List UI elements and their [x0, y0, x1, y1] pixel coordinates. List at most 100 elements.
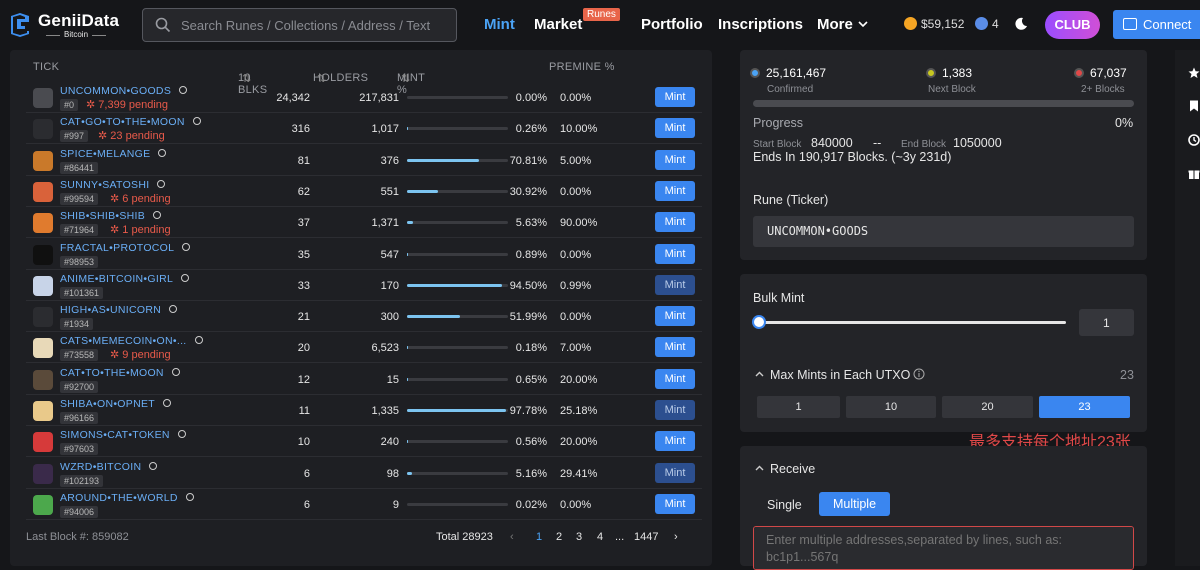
- mint-button[interactable]: Mint: [655, 244, 695, 264]
- rune-tick-link[interactable]: CAT•GO•TO•THE•MOON: [60, 116, 201, 128]
- search-icon[interactable]: [158, 149, 166, 157]
- mint-button[interactable]: Mint: [655, 87, 695, 107]
- rune-tick-link[interactable]: WZRD•BITCOIN: [60, 461, 157, 473]
- table-row[interactable]: ANIME•BITCOIN•GIRL#1013613317094.50%0.99…: [26, 270, 702, 301]
- mint-button[interactable]: Mint: [655, 118, 695, 138]
- rune-tick-link[interactable]: CAT•TO•THE•MOON: [60, 367, 180, 379]
- receive-multiple-tab[interactable]: Multiple: [819, 492, 890, 516]
- mint-button[interactable]: Mint: [655, 150, 695, 170]
- search-icon[interactable]: [172, 368, 180, 376]
- receive-addresses-input[interactable]: [753, 526, 1134, 570]
- rune-tick-link[interactable]: UNCOMMON•GOODS: [60, 85, 187, 97]
- table-row[interactable]: CAT•TO•THE•MOON#9270012150.65%20.00%Mint: [26, 364, 702, 395]
- search-icon[interactable]: [195, 336, 203, 344]
- max-mints-option-1[interactable]: 1: [757, 396, 840, 418]
- info-icon[interactable]: [913, 368, 925, 380]
- search-icon[interactable]: [193, 117, 201, 125]
- gas-fee[interactable]: 4: [975, 17, 999, 31]
- search-icon[interactable]: [153, 211, 161, 219]
- header-premine: PREMINE %: [549, 61, 615, 73]
- table-row[interactable]: CATS•MEMECOIN•ON•...#73558✲ 9 pending206…: [26, 332, 702, 363]
- table-row[interactable]: SHIB•SHIB•SHIB#71964✲ 1 pending371,3715.…: [26, 207, 702, 238]
- table-row[interactable]: HIGH•AS•UNICORN#19342130051.99%0.00%Mint: [26, 301, 702, 332]
- blks-count: 35: [298, 249, 310, 261]
- table-row[interactable]: FRACTAL•PROTOCOL#98953355470.89%0.00%Min…: [26, 239, 702, 270]
- star-icon[interactable]: [1188, 67, 1200, 79]
- next-page-icon[interactable]: ›: [674, 531, 678, 543]
- slider-handle[interactable]: [752, 315, 766, 329]
- table-row[interactable]: AROUND•THE•WORLD#94006690.02%0.00%Mint: [26, 489, 702, 520]
- page-1[interactable]: 1: [536, 531, 542, 543]
- search-icon[interactable]: [149, 462, 157, 470]
- bulk-mint-label: Bulk Mint: [753, 291, 804, 305]
- club-button[interactable]: CLUB: [1045, 11, 1100, 39]
- rune-tick-link[interactable]: SHIB•SHIB•SHIB: [60, 210, 161, 222]
- table-row[interactable]: SUNNY•SATOSHI#99594✲ 6 pending6255130.92…: [26, 176, 702, 207]
- mint-button[interactable]: Mint: [655, 275, 695, 295]
- mint-button[interactable]: Mint: [655, 337, 695, 357]
- rune-tick-link[interactable]: ANIME•BITCOIN•GIRL: [60, 273, 189, 285]
- connect-wallet-button[interactable]: Connect: [1113, 10, 1200, 39]
- nav-mint[interactable]: Mint: [484, 16, 515, 33]
- max-mints-option-23[interactable]: 23: [1039, 396, 1130, 418]
- mint-button[interactable]: Mint: [655, 369, 695, 389]
- logo[interactable]: GeniiData Bitcoin: [8, 10, 126, 40]
- search-input[interactable]: [181, 9, 451, 41]
- search-icon[interactable]: [157, 180, 165, 188]
- table-row[interactable]: CAT•GO•TO•THE•MOON#997✲ 23 pending3161,0…: [26, 113, 702, 144]
- mint-button[interactable]: Mint: [655, 212, 695, 232]
- table-row[interactable]: UNCOMMON•GOODS#0✲ 7,399 pending24,342217…: [26, 82, 702, 113]
- rune-tick-link[interactable]: HIGH•AS•UNICORN: [60, 304, 177, 316]
- mint-button[interactable]: Mint: [655, 431, 695, 451]
- mint-button[interactable]: Mint: [655, 463, 695, 483]
- page-4[interactable]: 4: [597, 531, 603, 543]
- bulk-mint-quantity[interactable]: 1: [1079, 309, 1134, 336]
- pending-count-text: 1 pending: [122, 224, 170, 236]
- mint-button[interactable]: Mint: [655, 494, 695, 514]
- nav-market[interactable]: Market: [534, 16, 582, 33]
- prev-page-icon[interactable]: ‹: [510, 531, 514, 543]
- search-box[interactable]: [142, 8, 457, 42]
- search-icon[interactable]: [181, 274, 189, 282]
- mint-button[interactable]: Mint: [655, 400, 695, 420]
- mint-button[interactable]: Mint: [655, 181, 695, 201]
- nav-portfolio[interactable]: Portfolio: [641, 16, 703, 33]
- rune-tick-link[interactable]: SUNNY•SATOSHI: [60, 179, 165, 191]
- rune-ticker-field[interactable]: UNCOMMON•GOODS: [753, 216, 1134, 247]
- rune-tick-link[interactable]: SHIBA•ON•OPNET: [60, 398, 171, 410]
- chevron-up-icon[interactable]: [755, 465, 764, 472]
- bulk-mint-slider[interactable]: [759, 321, 1066, 324]
- mint-button[interactable]: Mint: [655, 306, 695, 326]
- max-mints-option-10[interactable]: 10: [846, 396, 936, 418]
- mint-percent: 51.99%: [510, 311, 547, 323]
- search-icon[interactable]: [178, 430, 186, 438]
- search-icon[interactable]: [163, 399, 171, 407]
- bookmark-icon[interactable]: [1188, 100, 1200, 112]
- receive-single-tab[interactable]: Single: [767, 498, 802, 512]
- rune-tick-link[interactable]: SIMONS•CAT•TOKEN: [60, 429, 186, 441]
- gift-icon[interactable]: [1188, 168, 1200, 180]
- nav-inscriptions[interactable]: Inscriptions: [718, 16, 803, 33]
- table-row[interactable]: WZRD•BITCOIN#1021936985.16%29.41%Mint: [26, 458, 702, 489]
- nav-more[interactable]: More: [817, 16, 868, 33]
- rune-tick-link[interactable]: CATS•MEMECOIN•ON•...: [60, 335, 203, 347]
- moon-icon[interactable]: [1014, 17, 1028, 31]
- search-icon[interactable]: [186, 493, 194, 501]
- rune-logo-icon: [33, 88, 53, 108]
- max-mints-option-20[interactable]: 20: [942, 396, 1033, 418]
- page-3[interactable]: 3: [576, 531, 582, 543]
- page-last[interactable]: 1447: [634, 531, 658, 543]
- rune-tick-link[interactable]: FRACTAL•PROTOCOL: [60, 242, 190, 254]
- clock-icon[interactable]: [1188, 134, 1200, 146]
- search-icon[interactable]: [182, 243, 190, 251]
- chevron-up-icon[interactable]: [755, 371, 764, 378]
- table-row[interactable]: SIMONS•CAT•TOKEN#97603102400.56%20.00%Mi…: [26, 426, 702, 457]
- rune-tick-link[interactable]: SPICE•MELANGE: [60, 148, 166, 160]
- next-block-label: Next Block: [928, 84, 976, 95]
- rune-tick-link[interactable]: AROUND•THE•WORLD: [60, 492, 194, 504]
- search-icon[interactable]: [169, 305, 177, 313]
- table-row[interactable]: SHIBA•ON•OPNET#96166111,33597.78%25.18%M…: [26, 395, 702, 426]
- search-icon[interactable]: [179, 86, 187, 94]
- table-row[interactable]: SPICE•MELANGE#864418137670.81%5.00%Mint: [26, 145, 702, 176]
- page-2[interactable]: 2: [556, 531, 562, 543]
